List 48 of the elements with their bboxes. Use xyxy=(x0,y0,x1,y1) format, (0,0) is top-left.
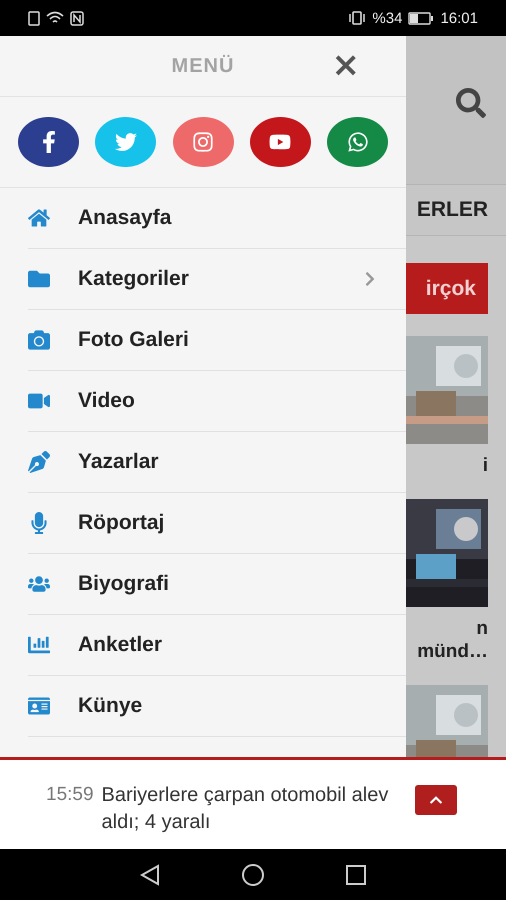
menu-item-label: Biyografi xyxy=(78,572,170,596)
menu-item[interactable]: Video xyxy=(28,371,406,432)
headline-text: n xyxy=(476,617,488,640)
close-button[interactable]: × xyxy=(328,50,364,80)
menu-item[interactable]: Künye xyxy=(28,676,406,737)
wifi-icon xyxy=(46,11,64,25)
headline-text: münd… xyxy=(417,640,488,663)
clock: 16:01 xyxy=(440,10,478,26)
back-icon[interactable] xyxy=(139,864,161,886)
category-label: irçok xyxy=(406,263,488,314)
menu-item-label: Röportaj xyxy=(78,511,166,535)
menu-item-label: Foto Galeri xyxy=(78,328,190,352)
menu-item[interactable]: Röportaj xyxy=(28,493,406,554)
home-icon xyxy=(28,207,50,229)
pen-nib-icon xyxy=(28,451,50,473)
twitter-logo xyxy=(114,131,137,153)
headline-text: i xyxy=(482,454,488,477)
menu-item-label: Kategoriler xyxy=(78,267,190,291)
battery-percent: %34 xyxy=(372,10,402,26)
id-card-icon xyxy=(28,695,50,717)
menu-item-label: Anasayfa xyxy=(78,206,172,230)
menu-item-label: Anketler xyxy=(78,633,164,657)
news-time: 15:59 xyxy=(46,783,94,807)
folder-icon xyxy=(28,268,50,290)
menu-item-label: Künye xyxy=(78,694,144,718)
news-headline[interactable]: Bariyerlere çarpan otomobil alev aldı; 4 yaralı xyxy=(102,782,407,836)
sim-icon xyxy=(28,10,40,26)
instagram-button[interactable] xyxy=(172,117,234,167)
camera-icon xyxy=(28,329,50,351)
nfc-icon xyxy=(70,10,84,26)
menu-item[interactable]: Yazarlar xyxy=(28,432,406,493)
bar-chart-icon xyxy=(28,634,50,656)
instagram-logo xyxy=(192,131,214,153)
menu-item-label: Video xyxy=(78,389,136,413)
menu-title: MENÜ xyxy=(172,54,234,78)
menu-item[interactable]: Foto Galeri xyxy=(28,310,406,371)
search-icon xyxy=(456,88,486,118)
menu-item[interactable]: Kategoriler xyxy=(28,249,406,310)
menu-item[interactable]: Anketler xyxy=(28,615,406,676)
menu-item-label: Yazarlar xyxy=(78,450,160,474)
menu-item[interactable]: Anasayfa xyxy=(28,188,406,249)
recent-apps-icon[interactable] xyxy=(345,864,367,886)
scroll-up-button[interactable] xyxy=(414,785,457,815)
whatsapp-logo xyxy=(346,131,368,153)
home-circle-icon[interactable] xyxy=(241,862,265,886)
menu-item[interactable]: Biyografi xyxy=(28,554,406,615)
battery-icon xyxy=(408,12,434,24)
vibrate-icon xyxy=(348,11,366,25)
